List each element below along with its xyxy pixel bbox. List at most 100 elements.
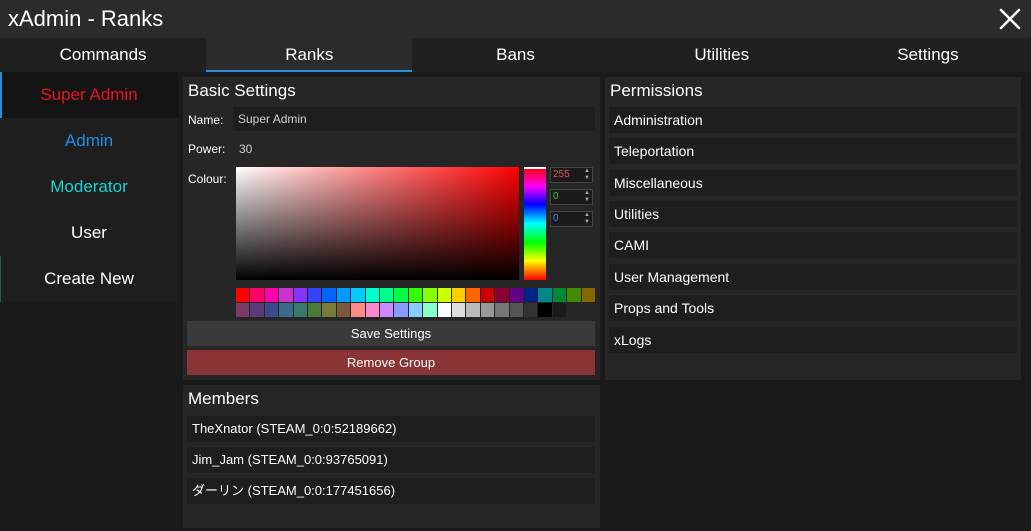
- palette-swatch[interactable]: [322, 303, 336, 317]
- window-title: xAdmin - Ranks: [8, 6, 164, 31]
- create-new-button[interactable]: Create New: [0, 256, 178, 302]
- palette-swatch[interactable]: [264, 303, 279, 317]
- sidebar-item-admin[interactable]: Admin: [0, 118, 178, 164]
- sidebar-item-moderator[interactable]: Moderator: [0, 164, 178, 210]
- remove-group-button[interactable]: Remove Group: [187, 350, 595, 375]
- palette-swatch[interactable]: [523, 303, 538, 317]
- sidebar-item-user[interactable]: User: [0, 210, 178, 256]
- permission-props-and-tools[interactable]: Props and Tools: [609, 295, 1017, 321]
- permission-utilities[interactable]: Utilities: [609, 201, 1017, 227]
- basic-settings-title: Basic Settings: [188, 81, 296, 100]
- power-input[interactable]: 30: [239, 142, 252, 156]
- permissions-title: Permissions: [610, 81, 703, 100]
- colour-palette: [236, 288, 595, 317]
- palette-swatch[interactable]: [437, 288, 451, 302]
- palette-swatch[interactable]: [581, 303, 595, 317]
- palette-swatch[interactable]: [236, 288, 250, 302]
- green-spinner[interactable]: 0 ▲ ▼: [550, 189, 593, 205]
- colour-saturation-picker[interactable]: [236, 167, 519, 280]
- permission-teleportation[interactable]: Teleportation: [609, 138, 1017, 164]
- title-bar: xAdmin - Ranks: [0, 0, 1031, 38]
- tab-bans[interactable]: Bans: [412, 38, 618, 72]
- palette-swatch[interactable]: [437, 303, 451, 317]
- tab-ranks[interactable]: Ranks: [206, 38, 413, 72]
- palette-swatch[interactable]: [394, 303, 408, 317]
- palette-swatch[interactable]: [307, 288, 322, 302]
- palette-swatch[interactable]: [293, 288, 307, 302]
- palette-swatch[interactable]: [250, 303, 264, 317]
- palette-swatch[interactable]: [279, 303, 293, 317]
- basic-settings-panel: Basic Settings Name: Super Admin Power: …: [183, 77, 600, 380]
- palette-swatch[interactable]: [279, 288, 293, 302]
- palette-swatch[interactable]: [322, 288, 336, 302]
- palette-swatch[interactable]: [552, 288, 567, 302]
- palette-swatch[interactable]: [365, 288, 379, 302]
- palette-swatch[interactable]: [495, 288, 509, 302]
- palette-swatch[interactable]: [538, 303, 552, 317]
- palette-swatch[interactable]: [351, 288, 365, 302]
- hue-slider-handle[interactable]: [524, 167, 546, 169]
- palette-swatch[interactable]: [336, 288, 351, 302]
- palette-swatch[interactable]: [379, 303, 394, 317]
- palette-swatch[interactable]: [567, 288, 581, 302]
- red-value: 255: [553, 169, 570, 180]
- palette-swatch[interactable]: [408, 288, 423, 302]
- palette-swatch[interactable]: [264, 288, 279, 302]
- power-label: Power:: [188, 142, 226, 156]
- spinner-arrows-icon[interactable]: ▲ ▼: [584, 168, 590, 182]
- close-icon[interactable]: [995, 4, 1025, 34]
- member-row[interactable]: ダーリン (STEAM_0:0:177451656): [187, 478, 595, 504]
- permission-user-management[interactable]: User Management: [609, 264, 1017, 290]
- permission-miscellaneous[interactable]: Miscellaneous: [609, 170, 1017, 196]
- members-panel: Members TheXnator (STEAM_0:0:52189662) J…: [183, 385, 600, 528]
- palette-swatch[interactable]: [466, 288, 480, 302]
- palette-swatch[interactable]: [236, 303, 250, 317]
- palette-swatch[interactable]: [408, 303, 423, 317]
- palette-swatch[interactable]: [495, 303, 509, 317]
- palette-swatch[interactable]: [423, 303, 437, 317]
- save-settings-button[interactable]: Save Settings: [187, 321, 595, 346]
- palette-swatch[interactable]: [480, 288, 495, 302]
- tab-commands[interactable]: Commands: [0, 38, 206, 72]
- permission-cami[interactable]: CAMI: [609, 232, 1017, 258]
- tab-settings[interactable]: Settings: [825, 38, 1031, 72]
- permission-xlogs[interactable]: xLogs: [609, 327, 1017, 353]
- palette-swatch[interactable]: [365, 303, 379, 317]
- blue-spinner[interactable]: 0 ▲ ▼: [550, 211, 593, 227]
- spinner-arrows-icon[interactable]: ▲ ▼: [584, 212, 590, 226]
- palette-swatch[interactable]: [336, 303, 351, 317]
- palette-swatch[interactable]: [509, 303, 523, 317]
- palette-swatch[interactable]: [552, 303, 567, 317]
- tab-utilities[interactable]: Utilities: [619, 38, 825, 72]
- member-row[interactable]: Jim_Jam (STEAM_0:0:93765091): [187, 447, 595, 473]
- palette-swatch[interactable]: [451, 288, 466, 302]
- palette-swatch[interactable]: [250, 288, 264, 302]
- red-spinner[interactable]: 255 ▲ ▼: [550, 167, 593, 183]
- palette-swatch[interactable]: [293, 303, 307, 317]
- palette-swatch[interactable]: [451, 303, 466, 317]
- spinner-arrows-icon[interactable]: ▲ ▼: [584, 190, 590, 204]
- palette-swatch[interactable]: [480, 303, 495, 317]
- blue-value: 0: [553, 213, 559, 224]
- palette-swatch[interactable]: [379, 288, 394, 302]
- palette-swatch[interactable]: [538, 288, 552, 302]
- name-input[interactable]: Super Admin: [233, 107, 595, 131]
- colour-picker-handle[interactable]: [236, 167, 240, 171]
- rank-sidebar: Super Admin Admin Moderator User Create …: [0, 72, 178, 302]
- palette-swatch[interactable]: [466, 303, 480, 317]
- palette-swatch[interactable]: [394, 288, 408, 302]
- permission-administration[interactable]: Administration: [609, 107, 1017, 133]
- hue-slider[interactable]: [524, 167, 546, 280]
- palette-swatch[interactable]: [307, 303, 322, 317]
- member-row[interactable]: TheXnator (STEAM_0:0:52189662): [187, 416, 595, 442]
- tab-bar: Commands Ranks Bans Utilities Settings: [0, 38, 1031, 72]
- name-label: Name:: [188, 113, 224, 127]
- palette-swatch[interactable]: [581, 288, 595, 302]
- palette-swatch[interactable]: [523, 288, 538, 302]
- palette-swatch[interactable]: [567, 303, 581, 317]
- palette-swatch[interactable]: [423, 288, 437, 302]
- palette-swatch[interactable]: [351, 303, 365, 317]
- permissions-panel: Permissions Administration Teleportation…: [605, 77, 1021, 380]
- sidebar-item-super-admin[interactable]: Super Admin: [0, 72, 178, 118]
- palette-swatch[interactable]: [509, 288, 523, 302]
